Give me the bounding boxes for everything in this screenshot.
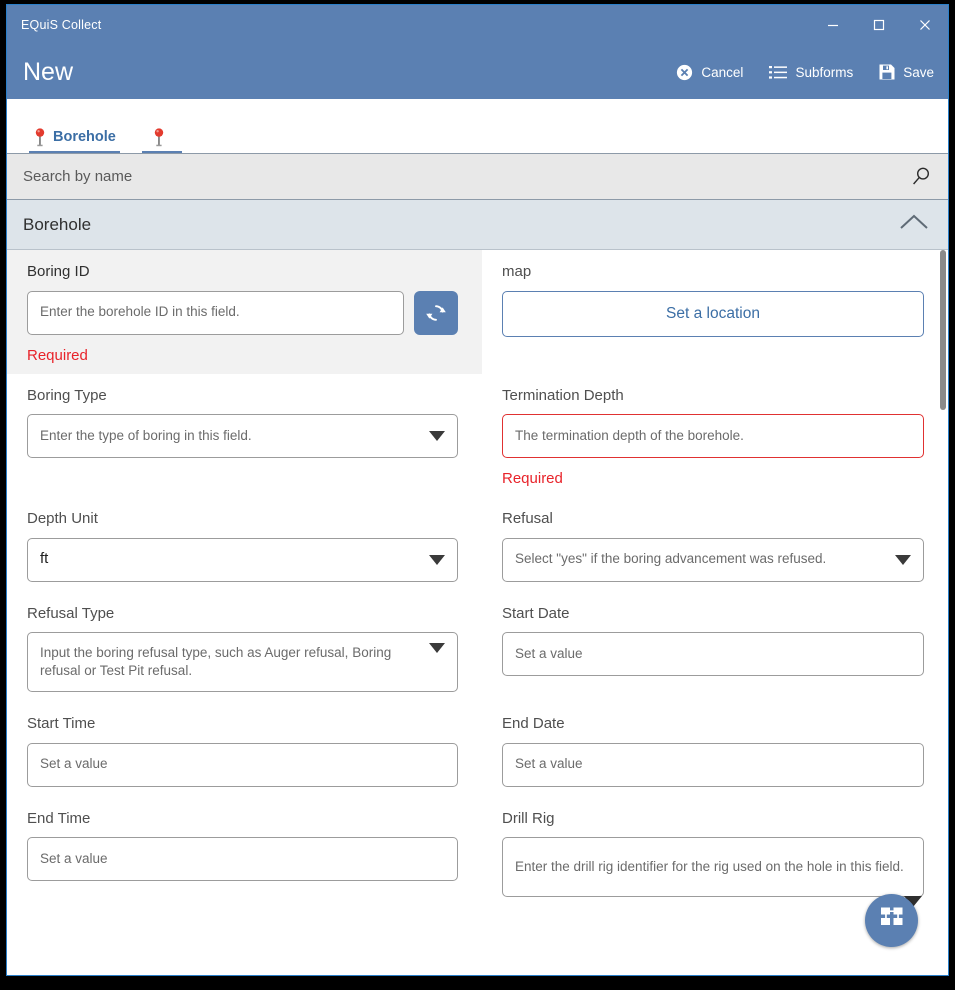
subforms-fab-button[interactable] [865, 894, 918, 947]
app-title: EQuiS Collect [7, 18, 101, 32]
hierarchy-icon [877, 903, 907, 938]
set-location-button[interactable]: Set a location [502, 291, 924, 337]
field-boring-type: Boring Type Enter the type of boring in … [7, 374, 482, 498]
title-bar: EQuiS Collect [7, 5, 948, 45]
refusal-placeholder: Select "yes" if the boring advancement w… [515, 550, 891, 568]
termination-depth-placeholder: The termination depth of the borehole. [515, 427, 911, 445]
field-depth-unit: Depth Unit ft [7, 497, 482, 592]
start-date-placeholder: Set a value [515, 645, 911, 663]
minimize-icon[interactable] [810, 5, 856, 45]
field-refusal: Refusal Select "yes" if the boring advan… [482, 497, 948, 592]
tab-strip: Borehole [7, 99, 948, 153]
chevron-down-icon[interactable] [429, 555, 445, 565]
tab-secondary[interactable] [142, 128, 182, 153]
application-window: EQuiS Collect New [6, 4, 949, 976]
end-date-input[interactable]: Set a value [502, 743, 924, 787]
chevron-down-icon[interactable] [429, 431, 445, 441]
start-date-input[interactable]: Set a value [502, 632, 924, 676]
field-boring-id: Boring ID Enter the borehole ID in this … [7, 250, 482, 374]
drill-rig-label: Drill Rig [502, 811, 924, 828]
form-grid: Boring ID Enter the borehole ID in this … [7, 250, 948, 907]
end-time-label: End Time [27, 811, 458, 828]
depth-unit-label: Depth Unit [27, 511, 458, 528]
start-time-placeholder: Set a value [40, 755, 445, 773]
drill-rig-dropdown[interactable]: Enter the drill rig identifier for the r… [502, 837, 924, 897]
field-termination-depth: Termination Depth The termination depth … [482, 374, 948, 498]
field-start-time: Start Time Set a value [7, 702, 482, 797]
map-label: map [502, 264, 924, 281]
subforms-label: Subforms [795, 65, 853, 80]
map-pin-icon [152, 128, 166, 146]
section-header-borehole[interactable]: Borehole [7, 200, 948, 250]
refusal-type-dropdown[interactable]: Input the boring refusal type, such as A… [27, 632, 458, 692]
chevron-down-icon[interactable] [895, 555, 911, 565]
termination-depth-label: Termination Depth [502, 388, 924, 405]
tab-borehole[interactable]: Borehole [29, 128, 120, 153]
depth-unit-dropdown[interactable]: ft [27, 538, 458, 582]
refusal-type-placeholder: Input the boring refusal type, such as A… [40, 644, 425, 680]
boring-id-label: Boring ID [27, 264, 458, 281]
save-button[interactable]: Save [879, 64, 934, 80]
end-time-input[interactable]: Set a value [27, 837, 458, 881]
depth-unit-value: ft [40, 549, 425, 569]
search-bar[interactable]: Search by name [7, 153, 948, 200]
tab-borehole-label: Borehole [53, 129, 116, 145]
termination-depth-validation: Required [502, 470, 924, 487]
chevron-up-icon[interactable] [898, 212, 930, 237]
chevron-down-icon[interactable] [429, 643, 445, 653]
boring-id-input[interactable]: Enter the borehole ID in this field. [27, 291, 404, 335]
form-body: Boring ID Enter the borehole ID in this … [7, 250, 948, 975]
refresh-icon[interactable] [414, 291, 458, 335]
command-actions: Cancel Subforms [676, 64, 934, 81]
field-end-date: End Date Set a value [482, 702, 948, 797]
section-title: Borehole [23, 215, 91, 235]
field-map: map Set a location [482, 250, 948, 374]
map-pin-icon [33, 128, 47, 146]
maximize-icon[interactable] [856, 5, 902, 45]
start-time-input[interactable]: Set a value [27, 743, 458, 787]
boring-type-label: Boring Type [27, 388, 458, 405]
save-floppy-icon [879, 64, 895, 80]
vertical-scrollbar[interactable] [938, 250, 948, 975]
page-title: New [23, 60, 73, 85]
command-bar: New Cancel [7, 45, 948, 99]
termination-depth-input[interactable]: The termination depth of the borehole. [502, 414, 924, 458]
search-input[interactable]: Search by name [23, 168, 910, 185]
boring-id-validation: Required [27, 347, 458, 364]
subforms-button[interactable]: Subforms [769, 65, 853, 80]
refusal-type-label: Refusal Type [27, 606, 458, 623]
end-date-placeholder: Set a value [515, 755, 911, 773]
start-date-label: Start Date [502, 606, 924, 623]
refusal-label: Refusal [502, 511, 924, 528]
save-label: Save [903, 65, 934, 80]
field-refusal-type: Refusal Type Input the boring refusal ty… [7, 592, 482, 703]
scrollbar-thumb[interactable] [940, 250, 946, 410]
search-icon[interactable] [910, 166, 932, 188]
close-icon[interactable] [902, 5, 948, 45]
field-drill-rig: Drill Rig Enter the drill rig identifier… [482, 797, 948, 908]
boring-type-dropdown[interactable]: Enter the type of boring in this field. [27, 414, 458, 458]
end-time-placeholder: Set a value [40, 850, 445, 868]
cancel-button[interactable]: Cancel [676, 64, 743, 81]
boring-id-row: Enter the borehole ID in this field. [27, 291, 458, 335]
drill-rig-placeholder: Enter the drill rig identifier for the r… [515, 858, 911, 876]
refusal-dropdown[interactable]: Select "yes" if the boring advancement w… [502, 538, 924, 582]
boring-id-placeholder: Enter the borehole ID in this field. [40, 303, 391, 321]
cancel-circle-icon [676, 64, 693, 81]
start-time-label: Start Time [27, 716, 458, 733]
cancel-label: Cancel [701, 65, 743, 80]
window-controls [810, 5, 948, 45]
boring-type-placeholder: Enter the type of boring in this field. [40, 427, 425, 445]
field-start-date: Start Date Set a value [482, 592, 948, 703]
end-date-label: End Date [502, 716, 924, 733]
field-end-time: End Time Set a value [7, 797, 482, 908]
list-icon [769, 65, 787, 80]
